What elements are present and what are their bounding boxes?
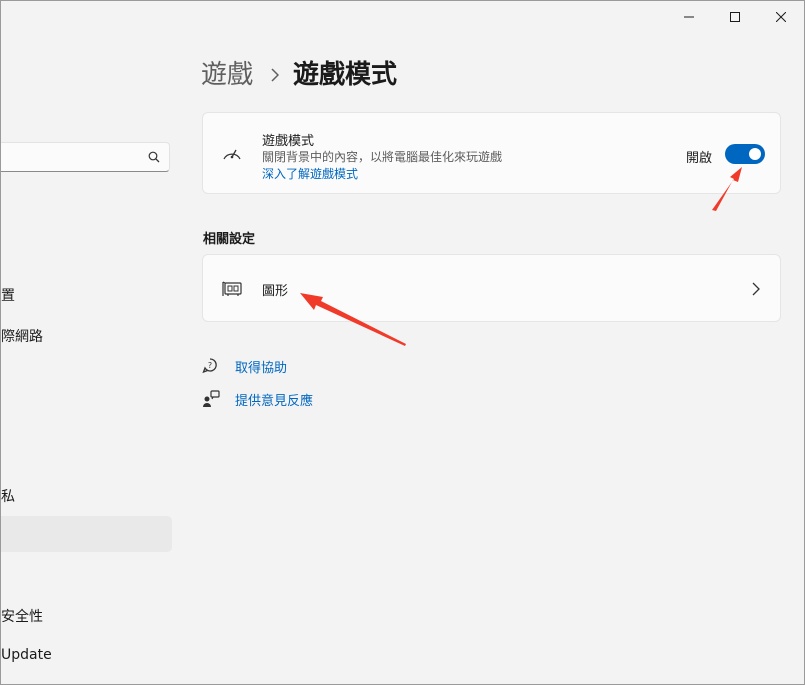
close-icon — [776, 12, 786, 22]
game-mode-toggle[interactable] — [725, 144, 765, 164]
get-help-label: 取得協助 — [235, 360, 288, 376]
settings-window: 置 際網路 私 安全性 Update 遊戲 遊戲模式 遊戲模式 關閉背景中的內容… — [0, 0, 805, 685]
help-chat-icon: ? — [201, 356, 221, 376]
close-button[interactable] — [758, 1, 804, 33]
toggle-knob — [749, 148, 761, 160]
toggle-state-label: 開啟 — [686, 151, 713, 166]
feedback-label: 提供意見反應 — [235, 393, 314, 409]
feedback-link[interactable]: 提供意見反應 — [201, 389, 313, 409]
graphics-label: 圖形 — [262, 284, 289, 299]
game-mode-title: 遊戲模式 — [262, 134, 315, 149]
related-settings-heading: 相關設定 — [203, 232, 256, 247]
sidebar-item-windows-update[interactable]: Update — [1, 647, 52, 663]
sidebar-item-security[interactable]: 安全性 — [1, 606, 43, 626]
breadcrumb: 遊戲 遊戲模式 — [201, 57, 397, 93]
maximize-icon — [730, 12, 740, 22]
search-input[interactable] — [1, 142, 170, 172]
minimize-icon — [684, 16, 694, 18]
chevron-right-icon — [752, 282, 760, 296]
game-mode-description: 關閉背景中的內容，以將電腦最佳化來玩遊戲 — [262, 150, 503, 164]
sidebar-item-network[interactable]: 際網路 — [1, 326, 43, 346]
search-icon — [148, 151, 160, 163]
speedometer-icon — [223, 149, 241, 160]
graphics-settings-row[interactable]: 圖形 — [202, 254, 781, 322]
chevron-right-icon — [271, 68, 280, 82]
sidebar-item-privacy[interactable]: 私 — [1, 486, 15, 506]
learn-more-link[interactable]: 深入了解遊戲模式 — [262, 165, 358, 182]
svg-text:?: ? — [208, 361, 212, 370]
game-mode-card: 遊戲模式 關閉背景中的內容，以將電腦最佳化來玩遊戲 深入了解遊戲模式 開啟 — [202, 112, 781, 194]
maximize-button[interactable] — [712, 1, 758, 33]
sidebar: 置 際網路 私 安全性 Update — [1, 1, 181, 684]
get-help-link[interactable]: ? 取得協助 — [201, 356, 287, 376]
page-title: 遊戲模式 — [293, 60, 398, 90]
breadcrumb-parent[interactable]: 遊戲 — [201, 57, 253, 93]
sidebar-item-gaming-selected[interactable] — [1, 516, 172, 552]
feedback-icon — [201, 389, 221, 409]
minimize-button[interactable] — [666, 1, 712, 33]
sidebar-item-bluetooth[interactable]: 置 — [1, 285, 15, 305]
graphics-card-icon — [222, 281, 242, 296]
window-caption-buttons — [666, 1, 804, 33]
